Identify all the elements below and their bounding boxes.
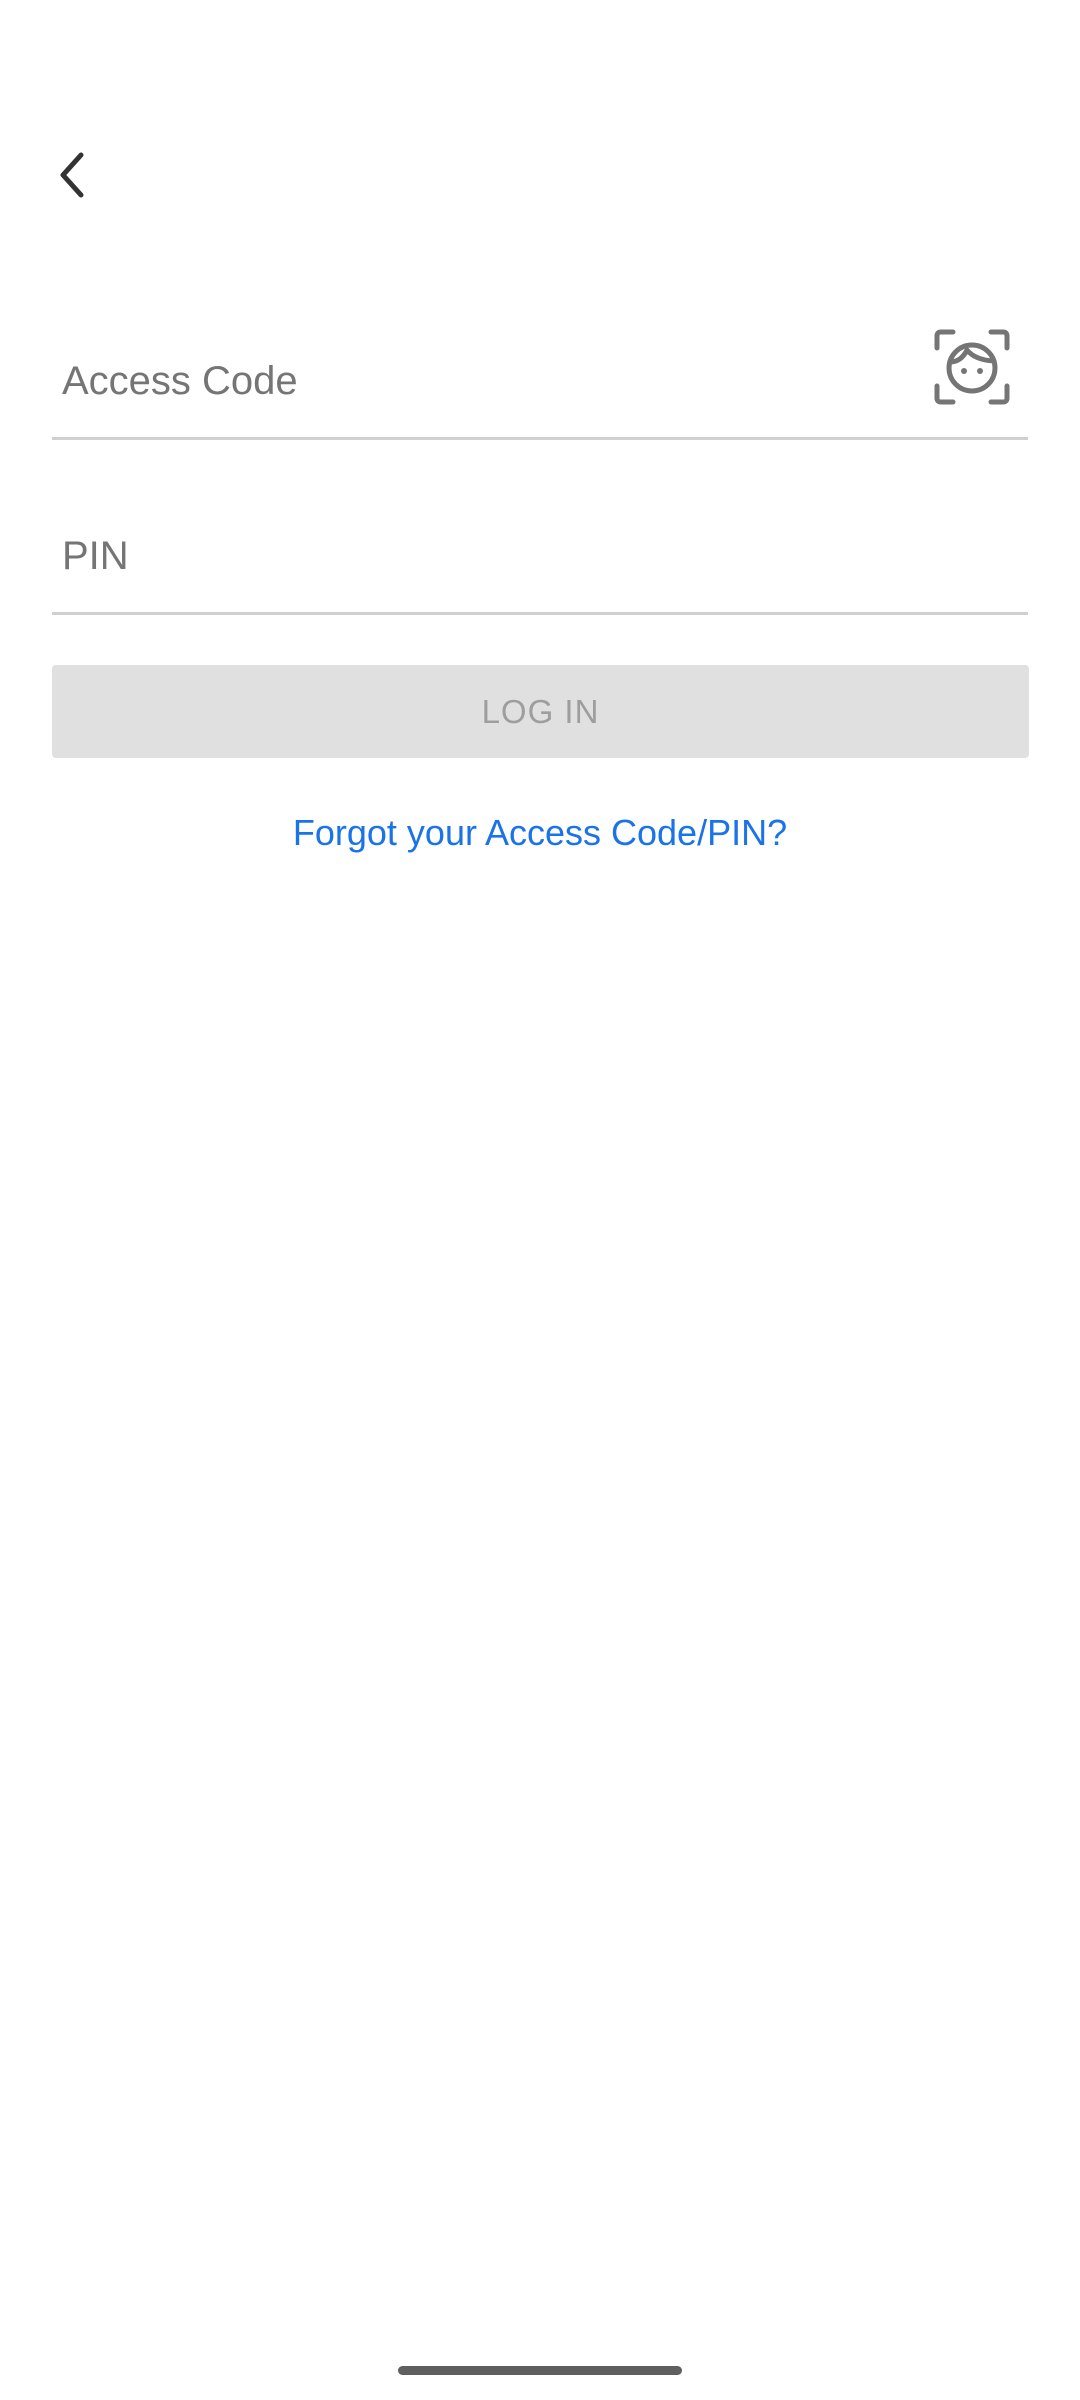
access-code-input[interactable]	[52, 325, 922, 437]
pin-field	[52, 500, 1028, 615]
login-button[interactable]: LOG IN	[52, 665, 1029, 758]
login-screen: LOG IN Forgot your Access Code/PIN?	[0, 0, 1080, 2400]
back-button[interactable]	[40, 135, 104, 215]
face-id-button[interactable]	[930, 325, 1014, 409]
home-indicator[interactable]	[398, 2366, 682, 2375]
access-code-field	[52, 325, 1028, 440]
forgot-access-code-link[interactable]: Forgot your Access Code/PIN?	[0, 812, 1080, 854]
pin-input[interactable]	[52, 500, 1022, 612]
face-scan-icon	[934, 329, 1010, 405]
chevron-left-icon	[60, 152, 84, 198]
